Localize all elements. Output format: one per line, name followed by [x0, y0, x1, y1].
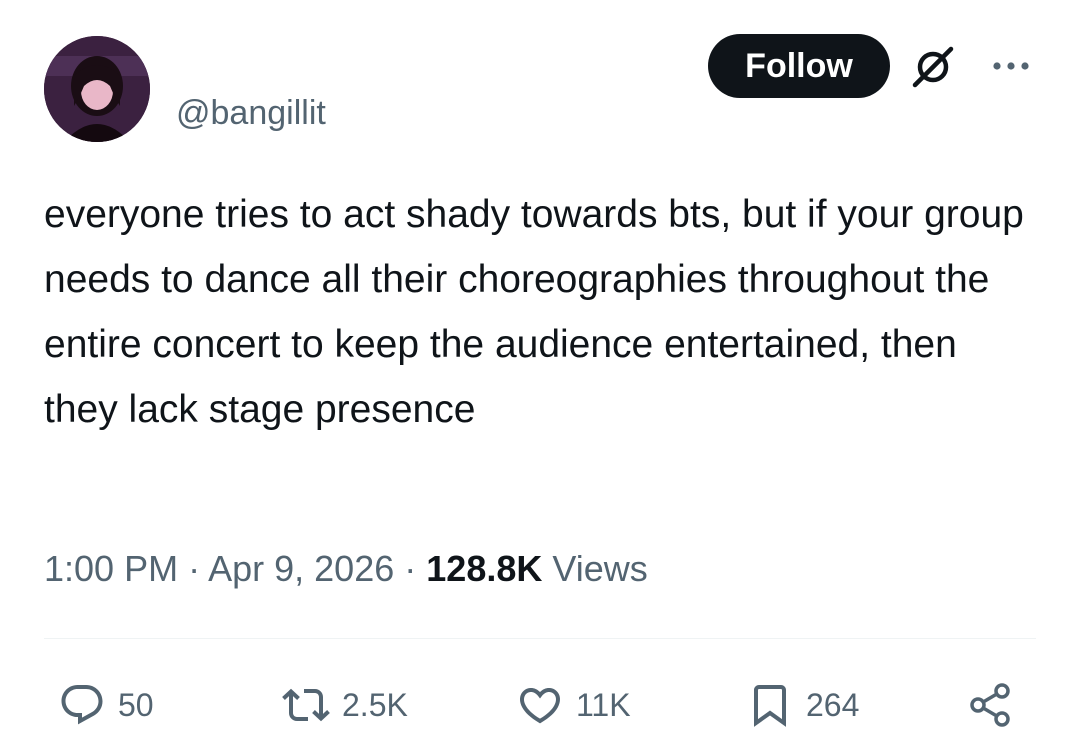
meta-separator: · [404, 548, 417, 589]
repost-count: 2.5K [342, 686, 408, 723]
meta-separator: · [188, 548, 201, 589]
heart-icon [519, 688, 561, 724]
bookmark-icon [754, 685, 786, 727]
tweet-date[interactable]: Apr 9, 2026 [208, 548, 394, 589]
views-label: Views [552, 548, 648, 589]
reply-count: 50 [118, 686, 154, 723]
follow-button[interactable]: Follow [708, 34, 890, 98]
repost-arrows-icon [282, 688, 330, 722]
bookmark-count: 264 [806, 686, 860, 723]
avatar[interactable] [44, 36, 150, 142]
speech-bubble-icon [61, 685, 103, 725]
tweet-text: everyone tries to act shady towards bts,… [44, 193, 1024, 431]
tweet-meta: 1:00 PM · Apr 9, 2026 · 128.8K Views [44, 541, 648, 597]
tweet-time[interactable]: 1:00 PM [44, 548, 178, 589]
tweet-card: @bangillit Follow everyone tries to act … [0, 0, 1076, 742]
repost-button[interactable]: 2.5K [282, 670, 408, 740]
author-handle[interactable]: @bangillit [176, 92, 326, 134]
like-count: 11K [576, 686, 631, 723]
more-dots-icon[interactable] [990, 56, 1032, 76]
action-bar: 50 2.5K 11K 264 [0, 670, 1076, 740]
bookmark-button[interactable]: 264 [746, 670, 859, 740]
share-nodes-icon [970, 683, 1010, 727]
like-button[interactable]: 11K [516, 670, 631, 740]
divider [44, 638, 1036, 639]
avatar-image [44, 36, 150, 142]
grok-slash-circle-icon[interactable] [910, 44, 956, 90]
views-count: 128.8K [426, 548, 543, 589]
reply-button[interactable]: 50 [58, 670, 154, 740]
share-button[interactable] [966, 670, 1014, 740]
